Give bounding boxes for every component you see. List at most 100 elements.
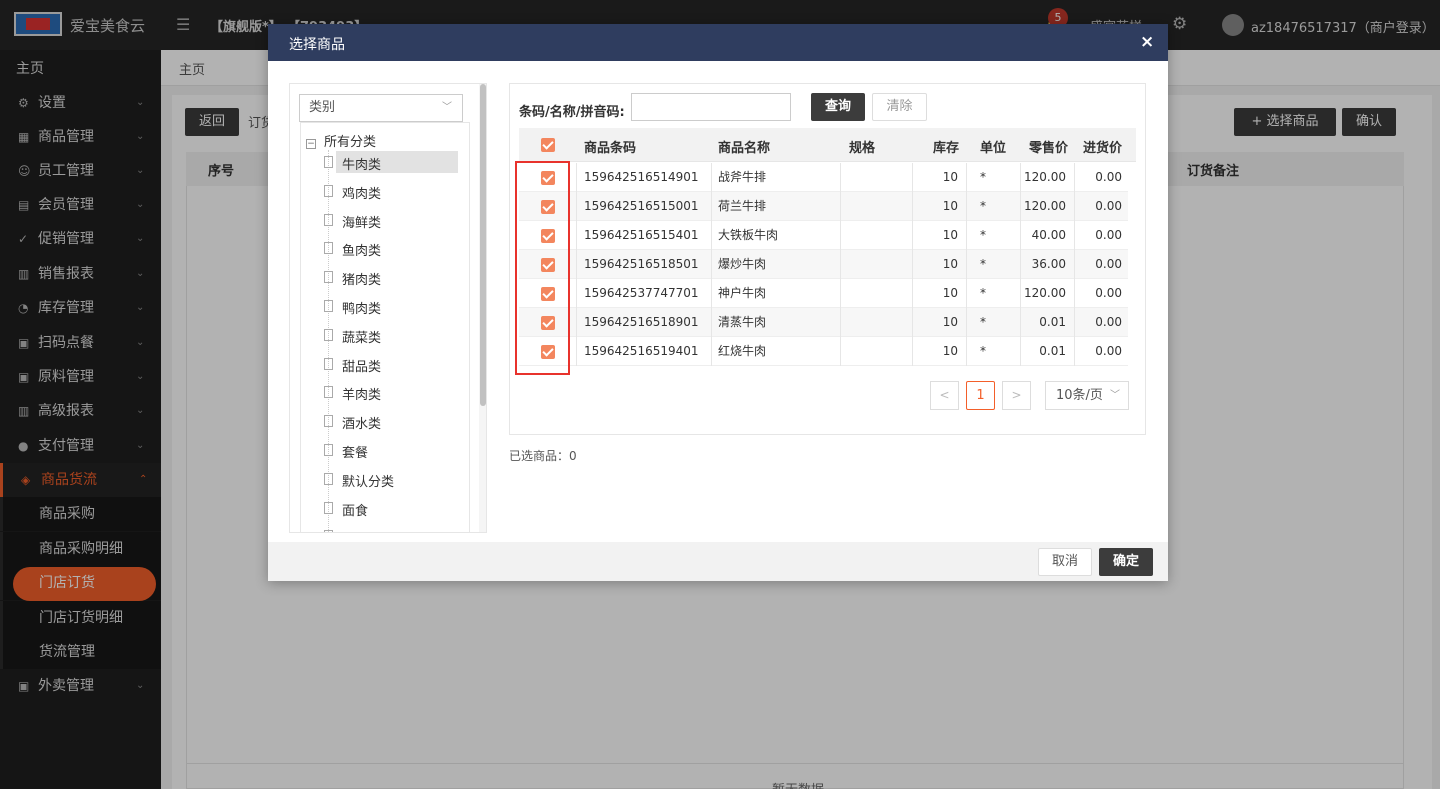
ok-button[interactable]: 确定 bbox=[1099, 548, 1153, 576]
tree-node-label: 套餐 bbox=[342, 446, 369, 461]
cell-unit: * bbox=[980, 257, 986, 271]
cell-name: 清蒸牛肉 bbox=[718, 315, 767, 329]
cell-name: 神户牛肉 bbox=[718, 286, 767, 300]
file-icon bbox=[324, 386, 333, 399]
cell-divider bbox=[840, 163, 841, 192]
cell-stock: 10 bbox=[942, 228, 958, 242]
cell-divider bbox=[840, 250, 841, 279]
scrollbar-thumb[interactable] bbox=[480, 84, 486, 406]
cell-barcode: 159642516519401 bbox=[584, 344, 699, 358]
file-icon bbox=[324, 213, 333, 226]
file-icon bbox=[324, 415, 333, 428]
page-size-select[interactable]: 10条/页 ﹀ bbox=[1045, 381, 1129, 410]
search-input[interactable] bbox=[631, 93, 791, 121]
tree-node[interactable]: 海鲜类 bbox=[324, 211, 464, 231]
tree-node[interactable]: 套餐 bbox=[324, 441, 464, 461]
cell-cost: 0.00 bbox=[1095, 257, 1122, 271]
tree-node[interactable]: 牛肉类 bbox=[324, 151, 464, 173]
cell-retail: 40.00 bbox=[1031, 228, 1066, 242]
column-header-unit: 单位 bbox=[980, 141, 1007, 156]
tree-node-label: 默认分类 bbox=[342, 474, 395, 490]
cell-stock: 10 bbox=[942, 199, 958, 213]
category-tree-panel: 类别 ﹀ − 所有分类 牛肉类鸡肉类海鲜类鱼肉类猪肉类鸭肉类蔬菜类甜品类羊肉类酒水… bbox=[289, 83, 487, 533]
tree-scrollbar[interactable] bbox=[479, 84, 486, 532]
cell-stock: 10 bbox=[942, 170, 958, 184]
cell-divider bbox=[840, 337, 841, 366]
cell-retail: 120.00 bbox=[1024, 170, 1066, 184]
file-icon bbox=[324, 271, 333, 284]
tree-node[interactable]: 鸭肉类 bbox=[324, 297, 464, 317]
close-icon[interactable]: × bbox=[1140, 32, 1154, 52]
tree-node-label: 面食 bbox=[342, 503, 369, 519]
tree-node-label: 鸭肉类 bbox=[342, 302, 382, 317]
table-row[interactable]: 159642516518501 爆炒牛肉 10 * 36.00 0.00 bbox=[519, 250, 1128, 279]
tree-node[interactable]: 羊肉类 bbox=[324, 383, 464, 403]
dialog-title: 选择商品 bbox=[289, 37, 345, 53]
file-icon bbox=[324, 184, 333, 197]
tree-node[interactable]: 猪肉类 bbox=[324, 268, 464, 288]
cell-barcode: 159642516518901 bbox=[584, 315, 699, 329]
category-select[interactable]: 类别 ﹀ bbox=[299, 94, 463, 122]
tree-node[interactable]: 饮品 bbox=[324, 527, 464, 532]
cell-spec bbox=[849, 308, 909, 337]
cell-divider bbox=[711, 192, 712, 221]
tree-node-label: 鸡肉类 bbox=[342, 186, 382, 202]
cell-retail: 0.01 bbox=[1039, 315, 1066, 329]
table-row[interactable]: 159642516515001 荷兰牛排 10 * 120.00 0.00 bbox=[519, 192, 1128, 221]
collapse-icon[interactable]: − bbox=[306, 139, 316, 149]
tree-node-label: 鱼肉类 bbox=[342, 244, 382, 260]
cell-spec bbox=[849, 221, 909, 250]
cell-retail: 120.00 bbox=[1024, 199, 1066, 213]
cell-retail: 36.00 bbox=[1031, 257, 1066, 271]
tree-node[interactable]: 鸡肉类 bbox=[324, 182, 464, 202]
checkbox-highlight-frame bbox=[515, 161, 570, 375]
cell-stock: 10 bbox=[942, 286, 958, 300]
column-header-stock: 库存 bbox=[933, 141, 960, 156]
cell-unit: * bbox=[980, 315, 986, 329]
table-row[interactable]: 159642516519401 红烧牛肉 10 * 0.01 0.00 bbox=[519, 337, 1128, 366]
cell-divider bbox=[840, 221, 841, 250]
tree-root[interactable]: − 所有分类 bbox=[306, 131, 376, 150]
tree-node[interactable]: 面食 bbox=[324, 499, 464, 519]
cell-spec bbox=[849, 279, 909, 308]
table-row[interactable]: 159642516515401 大铁板牛肉 10 * 40.00 0.00 bbox=[519, 221, 1128, 250]
table-row[interactable]: 159642516518901 清蒸牛肉 10 * 0.01 0.00 bbox=[519, 308, 1128, 337]
pager-current-page[interactable]: 1 bbox=[966, 381, 995, 410]
cell-spec bbox=[849, 163, 909, 192]
select-all-checkbox[interactable] bbox=[541, 138, 555, 152]
cell-unit: * bbox=[980, 286, 986, 300]
cell-cost: 0.00 bbox=[1095, 286, 1122, 300]
tree-node[interactable]: 鱼肉类 bbox=[324, 239, 464, 259]
cell-retail: 120.00 bbox=[1024, 286, 1066, 300]
goods-panel: 条码/名称/拼音码: 查询 清除 商品条码 商品名称 规格 库存 单位 零售价 … bbox=[509, 83, 1146, 435]
cell-name: 荷兰牛排 bbox=[718, 199, 767, 213]
cell-divider bbox=[711, 163, 712, 192]
tree-node[interactable]: 甜品类 bbox=[324, 355, 464, 375]
column-header-spec: 规格 bbox=[849, 141, 876, 156]
tree-node[interactable]: 蔬菜类 bbox=[324, 326, 464, 346]
cell-divider bbox=[576, 337, 577, 366]
cell-stock: 10 bbox=[942, 257, 958, 271]
table-row[interactable]: 159642537747701 神户牛肉 10 * 120.00 0.00 bbox=[519, 279, 1128, 308]
cell-barcode: 159642537747701 bbox=[584, 286, 699, 300]
tree-node-label: 羊肉类 bbox=[342, 388, 382, 404]
pager-prev-button[interactable]: < bbox=[930, 381, 959, 410]
table-row[interactable]: 159642516514901 战斧牛排 10 * 120.00 0.00 bbox=[519, 163, 1128, 192]
pager-next-button[interactable]: > bbox=[1002, 381, 1031, 410]
tree-node[interactable]: 酒水类 bbox=[324, 412, 464, 432]
tree-node[interactable]: 默认分类 bbox=[324, 470, 464, 490]
cell-divider bbox=[840, 279, 841, 308]
column-header-barcode: 商品条码 bbox=[584, 141, 637, 156]
selected-count: 已选商品：0 bbox=[509, 449, 577, 463]
page-size-value: 10条/页 bbox=[1056, 388, 1103, 403]
tree-node-label: 酒水类 bbox=[342, 417, 382, 433]
cancel-button[interactable]: 取消 bbox=[1038, 548, 1092, 576]
query-button[interactable]: 查询 bbox=[811, 93, 865, 121]
cell-name: 大铁板牛肉 bbox=[718, 228, 779, 242]
file-icon bbox=[324, 242, 333, 255]
cell-divider bbox=[711, 279, 712, 308]
file-icon bbox=[324, 156, 333, 168]
clear-button[interactable]: 清除 bbox=[872, 93, 927, 121]
goods-table-header: 商品条码 商品名称 规格 库存 单位 零售价 进货价 bbox=[519, 128, 1136, 162]
search-label: 条码/名称/拼音码: bbox=[519, 105, 625, 120]
